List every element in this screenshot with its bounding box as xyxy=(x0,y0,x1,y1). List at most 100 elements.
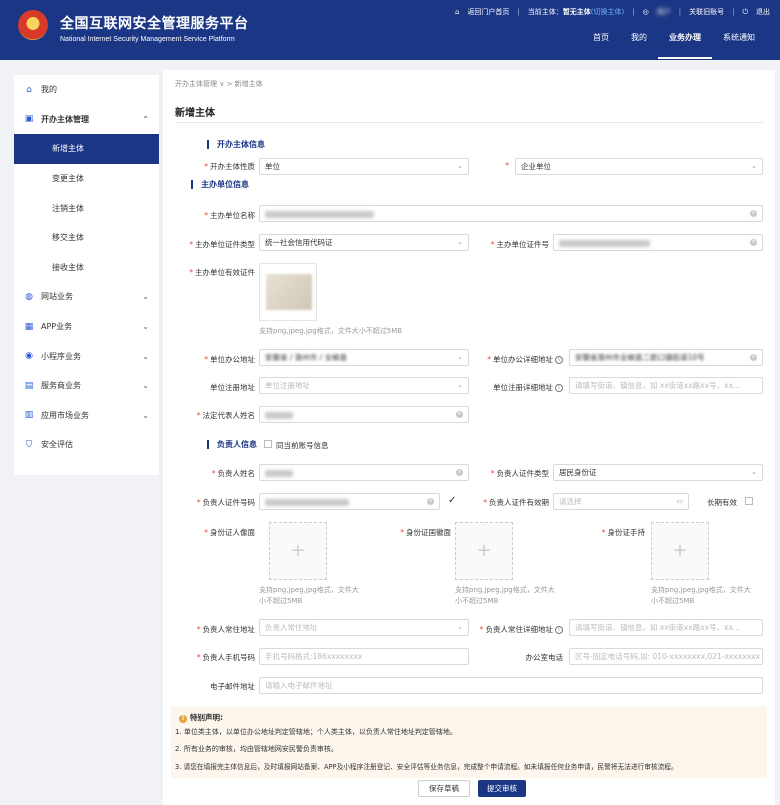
sidebar-item-transfer-subject[interactable]: 移交主体 xyxy=(14,223,159,253)
cert-image-thumbnail[interactable] xyxy=(259,263,317,321)
top-header: 全国互联网安全管理服务平台 National Internet Security… xyxy=(0,0,780,60)
person-name-input[interactable]: × xyxy=(259,464,469,481)
email-input[interactable]: 请输入电子邮件地址 xyxy=(259,677,763,694)
office-addr-label: * 单位办公地址 xyxy=(204,355,255,364)
breadcrumb-parent[interactable]: 开办主体管理 xyxy=(175,80,217,88)
sidebar-item-add-subject[interactable]: 新增主体 xyxy=(14,134,159,164)
chevron-down-icon: ⌄ xyxy=(142,381,149,391)
section-sponsor-info: 主办单位信息 xyxy=(191,180,249,189)
legal-rep-input[interactable]: × xyxy=(259,406,469,423)
notice-line: 3. 请您在填报完主体信息后，及时填报网站备案、APP及小程序注册登记、安全评估… xyxy=(175,763,678,771)
main-content: 开办主体管理 ∨ > 新增主体 新增主体 开办主体信息 * 开办主体性质 单位 ⌄ … xyxy=(163,70,775,805)
service-icon: ▤ xyxy=(24,380,34,391)
breadcrumb-current: 新增主体 xyxy=(234,80,263,88)
required-mark: * xyxy=(505,161,509,170)
special-notice: ! 特别声明: 1. 单位类主体，以单位办公地址判定管辖地；个人类主体，以负责人常… xyxy=(171,706,767,778)
chevron-down-icon: ⌄ xyxy=(457,381,463,389)
sidebar-item-mine[interactable]: ⌂ 我的 xyxy=(14,75,159,105)
office-detail-input[interactable]: 安徽省滁州市全椒县二郎口镇街道10号 × xyxy=(569,349,763,366)
office-addr-cascader[interactable]: 安徽省 / 滁州市 / 全椒县 ⌄ xyxy=(259,349,469,366)
site-title: 全国互联网安全管理服务平台 xyxy=(60,16,249,32)
clear-icon: × xyxy=(427,498,434,505)
sidebar-item-receive-subject[interactable]: 接收主体 xyxy=(14,253,159,283)
save-draft-button[interactable]: 保存草稿 xyxy=(418,780,470,797)
valid-cert-label: * 主办单位有效证件 xyxy=(189,268,255,277)
nav-home[interactable]: 首页 xyxy=(582,31,620,59)
id-hand-upload[interactable]: + xyxy=(651,522,709,580)
nav-business[interactable]: 业务办理 xyxy=(658,31,712,59)
chevron-down-icon: ⌄ xyxy=(142,292,149,302)
notice-line: 1. 单位类主体，以单位办公地址判定管辖地；个人类主体，以负责人常住地址判定管辖… xyxy=(175,728,457,736)
plus-icon: + xyxy=(672,540,688,561)
residence-label: * 负责人常住地址 xyxy=(196,625,255,634)
mobile-input[interactable]: 手机号码格式:186xxxxxxxx xyxy=(259,648,469,665)
page-title: 新增主体 xyxy=(175,108,215,119)
user-name[interactable]: 用户 xyxy=(657,7,671,17)
calendar-icon: ▭ xyxy=(676,497,683,505)
reg-detail-input[interactable]: 请填写街道、镇信息，如 xx街道xx路xx号，xx... xyxy=(569,377,763,394)
briefcase-icon: ▣ xyxy=(24,114,34,125)
title-divider xyxy=(175,122,763,123)
sidebar-item-subject-mgmt[interactable]: ▣ 开办主体管理 ⌃ xyxy=(14,105,159,135)
id-front-upload[interactable]: + xyxy=(269,522,327,580)
person-cert-type-label: * 负责人证件类型 xyxy=(490,469,549,478)
chevron-down-icon: ⌄ xyxy=(457,353,463,361)
person-cert-valid-label: * 负责人证件有效期 xyxy=(483,498,549,507)
submit-button[interactable]: 提交审核 xyxy=(478,780,526,797)
clear-icon: × xyxy=(750,239,757,246)
chevron-down-icon: ⌄ xyxy=(751,162,757,170)
link-account-link[interactable]: 关联旧账号 xyxy=(689,7,724,17)
person-cert-type-select[interactable]: 居民身份证 ⌄ xyxy=(553,464,763,481)
sidebar-item-change-subject[interactable]: 变更主体 xyxy=(14,164,159,194)
long-term-checkbox[interactable] xyxy=(745,497,753,505)
residence-detail-input[interactable]: 请填写街道、镇信息，如 xx街道xx路xx号，xx... xyxy=(569,619,763,636)
reg-detail-label: 单位注册详细地址 i xyxy=(473,382,563,393)
logout-link[interactable]: 退出 xyxy=(756,7,770,17)
person-cert-no-input[interactable]: × xyxy=(259,493,440,510)
portal-link[interactable]: 返回门户首页 xyxy=(467,7,509,17)
chevron-down-icon: ⌄ xyxy=(457,162,463,170)
same-as-account-checkbox[interactable] xyxy=(264,440,272,448)
chevron-down-icon: ⌄ xyxy=(751,468,757,476)
sidebar-item-app[interactable]: ▦ APP业务 ⌄ xyxy=(14,312,159,342)
chevron-up-icon: ⌃ xyxy=(142,114,149,124)
chevron-down-icon: ⌄ xyxy=(142,351,149,361)
id-front-label: * 身份证人像面 xyxy=(204,528,255,537)
sidebar-item-cancel-subject[interactable]: 注销主体 xyxy=(14,193,159,223)
reg-addr-label: 单位注册地址 xyxy=(210,383,255,392)
nav-notice[interactable]: 系统通知 xyxy=(712,31,766,59)
sidebar: ⌂ 我的 ▣ 开办主体管理 ⌃ 新增主体 变更主体 注销主体 移交主体 接收主体 ◍ 网… xyxy=(14,75,159,475)
person-cert-no-label: * 负责人证件号码 xyxy=(196,498,255,507)
sidebar-item-app-market[interactable]: ▥ 应用市场业务 ⌄ xyxy=(14,401,159,431)
id-front-hint: 支持png,jpeg,jpg格式，文件大 小不超过5MB xyxy=(259,586,359,605)
cert-type-label: * 主办单位证件类型 xyxy=(189,240,255,249)
person-name-label: * 负责人姓名 xyxy=(211,469,255,478)
cert-no-label: * 主办单位证件号 xyxy=(490,240,549,249)
nav-mine[interactable]: 我的 xyxy=(620,31,658,59)
reg-addr-cascader[interactable]: 单位注册地址 ⌄ xyxy=(259,377,469,394)
store-icon: ▥ xyxy=(24,410,34,421)
mobile-label: * 负责人手机号码 xyxy=(196,653,255,662)
nature-type-select[interactable]: 企业单位 ⌄ xyxy=(515,158,763,175)
cert-type-select[interactable]: 统一社会信用代码证 ⌄ xyxy=(259,234,469,251)
clear-icon: × xyxy=(456,411,463,418)
residence-cascader[interactable]: 负责人常住地址 ⌄ xyxy=(259,619,469,636)
sidebar-item-service-provider[interactable]: ▤ 服务商业务 ⌄ xyxy=(14,371,159,401)
sidebar-item-miniprogram[interactable]: ◉ 小程序业务 ⌄ xyxy=(14,341,159,371)
switch-subject-link[interactable]: (切换主体) xyxy=(591,8,624,16)
sidebar-item-security-eval[interactable]: ⛉ 安全评估 xyxy=(14,430,159,460)
id-back-upload[interactable]: + xyxy=(455,522,513,580)
main-nav: 首页 我的 业务办理 系统通知 xyxy=(582,31,766,59)
top-utility-bar: ⌂ 返回门户首页 | 当前主体：暂无主体(切换主体) | ◎ 用户 | 关联旧账… xyxy=(454,7,770,17)
nature-select[interactable]: 单位 ⌄ xyxy=(259,158,469,175)
email-label: 电子邮件地址 xyxy=(210,682,255,691)
office-phone-input[interactable]: 区号-固定电话号码,如: 010-xxxxxxxx,021-xxxxxxxx xyxy=(569,648,763,665)
current-subject-label: 当前主体： xyxy=(527,8,563,16)
unit-name-input[interactable]: × xyxy=(259,205,763,222)
id-hand-label: * 身份证手持 xyxy=(601,528,645,537)
site-subtitle: National Internet Security Management Se… xyxy=(60,36,235,43)
cert-no-input[interactable]: × xyxy=(553,234,763,251)
person-cert-valid-datepicker[interactable]: 请选择 ▭ xyxy=(553,493,689,510)
warning-icon: ! xyxy=(179,715,187,723)
sidebar-item-website[interactable]: ◍ 网站业务 ⌄ xyxy=(14,282,159,312)
